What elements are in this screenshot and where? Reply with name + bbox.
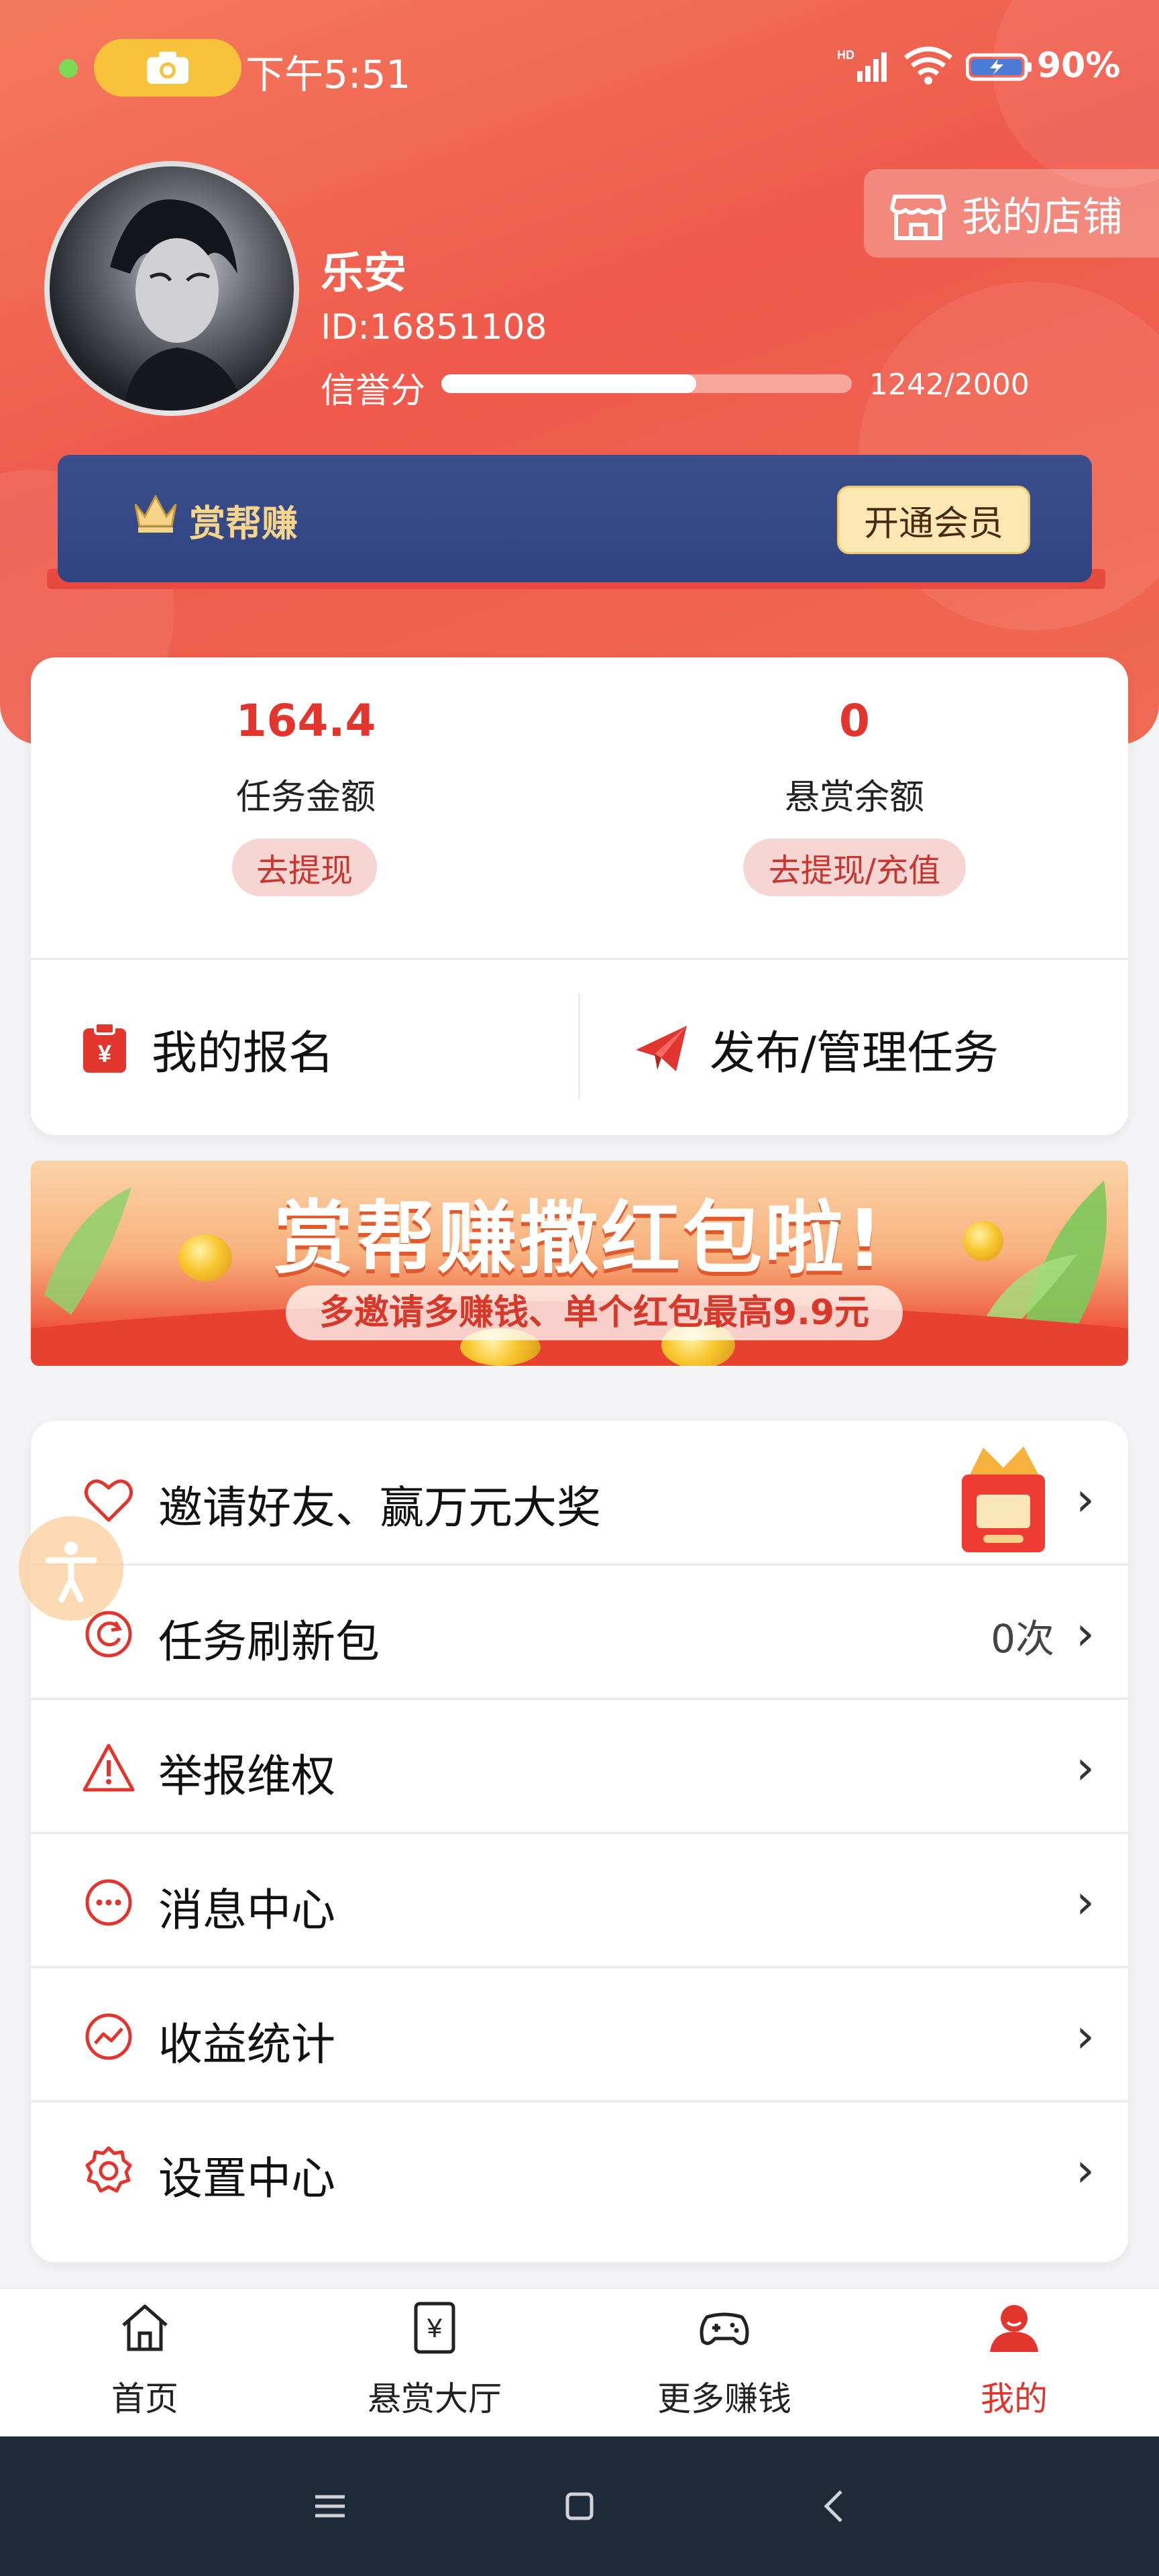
home-icon bbox=[122, 2304, 168, 2351]
user-name: 乐安 bbox=[321, 249, 406, 299]
my-shop-button[interactable]: 我的店铺 bbox=[864, 169, 1159, 258]
red-packet-gift-icon bbox=[962, 1446, 1045, 1552]
yuan-icon: ¥ bbox=[414, 2302, 455, 2354]
svg-text:HD: HD bbox=[837, 48, 854, 62]
chevron-right-icon: › bbox=[1076, 2143, 1095, 2198]
tab-home[interactable]: 首页 bbox=[0, 2289, 290, 2438]
gamepad-icon bbox=[700, 2312, 749, 2345]
menu-item-settings[interactable]: 设置中心 › bbox=[31, 2102, 1128, 2237]
avatar-image bbox=[110, 199, 244, 411]
my-signup-label: 我的报名 bbox=[152, 1026, 335, 1080]
reward-balance: 0 bbox=[839, 695, 870, 747]
home-square-icon[interactable] bbox=[553, 2479, 606, 2533]
tab-label: 首页 bbox=[111, 2379, 178, 2418]
credit-label: 信誉分 bbox=[321, 371, 426, 411]
menu-item-refresh-pack[interactable]: 任务刷新包 0次 › bbox=[31, 1566, 1128, 1700]
chevron-right-icon: › bbox=[1076, 1472, 1095, 1527]
menu-item-messages[interactable]: 消息中心 › bbox=[31, 1834, 1128, 1968]
menu-item-label: 消息中心 bbox=[158, 1884, 335, 1936]
publish-manage-task-label: 发布/管理任务 bbox=[710, 1026, 999, 1080]
camera-icon bbox=[147, 52, 188, 84]
refresh-count: 0次 bbox=[991, 1616, 1054, 1662]
promo-title: 赏帮赚撒红包啦! bbox=[274, 1192, 885, 1285]
chevron-right-icon: › bbox=[1076, 1606, 1095, 1661]
warning-icon bbox=[82, 1743, 135, 1792]
status-time: 下午5:51 bbox=[245, 52, 411, 97]
chevron-right-icon: › bbox=[1076, 1740, 1095, 1795]
my-shop-label: 我的店铺 bbox=[962, 193, 1123, 241]
shop-icon bbox=[890, 195, 946, 240]
task-amount: 164.4 bbox=[235, 695, 376, 747]
menu-card: 邀请好友、赢万元大奖 › 任务刷新包 0次 › 举报维权 › 消息中心 › 收益… bbox=[31, 1421, 1128, 2262]
menu-item-label: 任务刷新包 bbox=[158, 1616, 380, 1668]
tab-mine[interactable]: 我的 bbox=[869, 2289, 1159, 2438]
clipboard-yuan-icon: ¥ bbox=[83, 1022, 126, 1073]
screen-record-pill[interactable] bbox=[94, 39, 241, 97]
credit-value: 1242/2000 bbox=[869, 368, 1030, 402]
status-indicator-dot bbox=[59, 59, 78, 78]
menu-item-earnings-stats[interactable]: 收益统计 › bbox=[31, 1968, 1128, 2102]
system-nav-bar bbox=[0, 2436, 1159, 2576]
svg-text:¥: ¥ bbox=[427, 2314, 443, 2343]
tab-label: 悬赏大厅 bbox=[368, 2379, 502, 2418]
chevron-right-icon: › bbox=[1076, 2008, 1095, 2063]
tab-reward-hall[interactable]: ¥ 悬赏大厅 bbox=[290, 2289, 580, 2438]
reward-balance-label: 悬赏余额 bbox=[784, 777, 924, 818]
credit-progress-bar bbox=[441, 374, 852, 393]
tab-more-earnings[interactable]: 更多赚钱 bbox=[580, 2289, 869, 2438]
red-packet-promo-banner[interactable]: 赏帮赚撒红包啦! 多邀请多赚钱、单个红包最高9.9元 bbox=[31, 1161, 1128, 1366]
avatar[interactable] bbox=[44, 161, 299, 416]
menu-icon[interactable] bbox=[303, 2479, 357, 2533]
promo-subtitle: 多邀请多赚钱、单个红包最高9.9元 bbox=[286, 1285, 903, 1340]
menu-item-label: 设置中心 bbox=[158, 2153, 335, 2204]
user-id: ID:16851108 bbox=[321, 307, 547, 347]
back-icon[interactable] bbox=[808, 2479, 861, 2533]
signal-icon: HD bbox=[837, 47, 887, 87]
user-icon bbox=[990, 2305, 1038, 2352]
accessibility-float-button[interactable] bbox=[19, 1516, 123, 1621]
vip-label: 赏帮赚 bbox=[189, 502, 298, 545]
bottom-tab-bar: 首页 ¥ 悬赏大厅 更多赚钱 我的 bbox=[0, 2288, 1159, 2438]
open-membership-button[interactable]: 开通会员 bbox=[837, 486, 1030, 554]
chart-icon bbox=[85, 2013, 132, 2060]
wallet-divider bbox=[31, 958, 1128, 960]
menu-item-label: 邀请好友、赢万元大奖 bbox=[158, 1482, 601, 1534]
menu-item-label: 收益统计 bbox=[158, 2019, 335, 2070]
menu-item-invite-friends[interactable]: 邀请好友、赢万元大奖 › bbox=[31, 1432, 1128, 1566]
message-icon bbox=[85, 1879, 132, 1926]
chevron-right-icon: › bbox=[1076, 1874, 1095, 1929]
my-signup-button[interactable]: ¥ 我的报名 bbox=[80, 1012, 550, 1085]
wifi-icon bbox=[901, 44, 955, 89]
tab-label: 我的 bbox=[981, 2379, 1048, 2418]
paper-plane-icon bbox=[636, 1026, 687, 1071]
task-withdraw-button[interactable]: 去提现 bbox=[232, 839, 377, 896]
menu-item-report[interactable]: 举报维权 › bbox=[31, 1700, 1128, 1834]
crown-icon bbox=[131, 490, 180, 537]
menu-item-label: 举报维权 bbox=[158, 1750, 335, 1802]
credit-progress-fill bbox=[441, 374, 697, 393]
task-amount-label: 任务金额 bbox=[235, 777, 376, 818]
publish-manage-task-button[interactable]: 发布/管理任务 bbox=[634, 1012, 1117, 1085]
actions-divider bbox=[578, 993, 580, 1099]
tab-label: 更多赚钱 bbox=[657, 2379, 791, 2418]
accessibility-icon bbox=[45, 1542, 97, 1603]
settings-icon bbox=[85, 2146, 132, 2193]
battery-icon bbox=[965, 52, 1033, 85]
svg-text:¥: ¥ bbox=[98, 1040, 111, 1067]
battery-percent: 90% bbox=[1037, 46, 1121, 86]
reward-withdraw-recharge-button[interactable]: 去提现/充值 bbox=[743, 839, 966, 896]
